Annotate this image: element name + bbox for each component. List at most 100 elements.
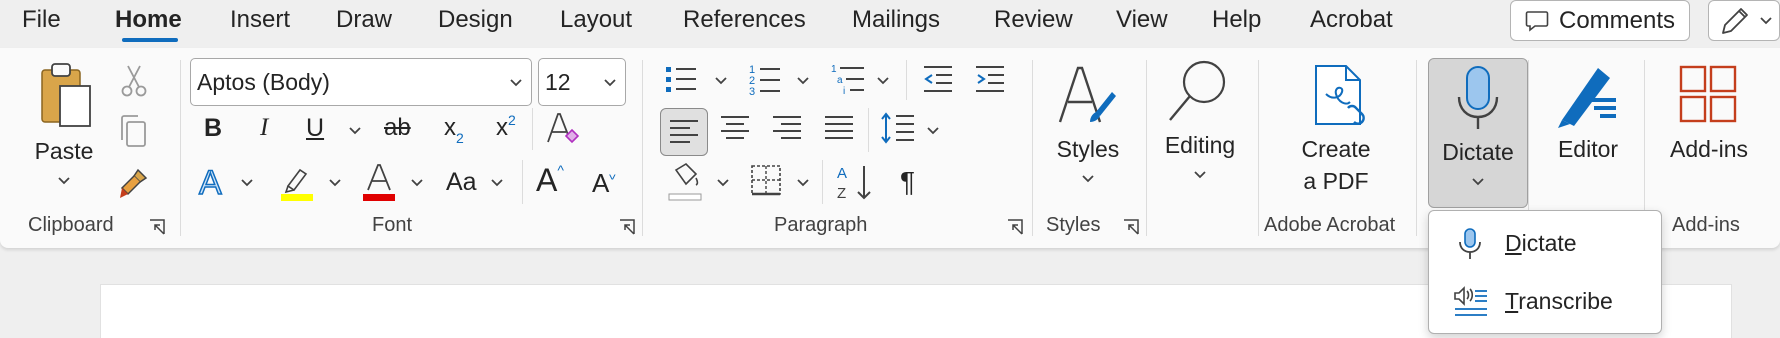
- dictate-label: Dictate: [1442, 139, 1514, 165]
- underline-button[interactable]: U: [306, 114, 324, 143]
- copy-icon[interactable]: [118, 114, 148, 148]
- caret-down-icon: ^: [609, 167, 616, 183]
- styles-group-label: Styles: [1046, 214, 1101, 236]
- find-icon: [1166, 58, 1232, 130]
- font-launcher-icon[interactable]: [618, 218, 636, 236]
- tab-file[interactable]: File: [22, 6, 61, 34]
- clipboard-group-label: Clipboard: [28, 214, 114, 236]
- paragraph-launcher-icon[interactable]: [1006, 218, 1024, 236]
- dictate-rest: ictate: [1521, 229, 1577, 256]
- dictate-chevron-icon[interactable]: [1471, 177, 1485, 187]
- tab-view[interactable]: View: [1116, 6, 1168, 34]
- editing-mode-button[interactable]: [1708, 0, 1780, 41]
- tab-review[interactable]: Review: [994, 6, 1073, 34]
- numbering-icon[interactable]: 123: [748, 62, 782, 98]
- tab-insert[interactable]: Insert: [230, 6, 290, 34]
- tab-design[interactable]: Design: [438, 6, 513, 34]
- add-ins-icon: [1678, 64, 1738, 124]
- pencil-icon: [1722, 7, 1748, 34]
- align-left-button[interactable]: [660, 108, 708, 156]
- comments-button[interactable]: Comments: [1510, 0, 1690, 41]
- shading-chevron-icon[interactable]: [716, 178, 730, 188]
- divider: [1258, 60, 1259, 236]
- multilevel-chevron-icon[interactable]: [876, 76, 890, 86]
- bullets-chevron-icon[interactable]: [714, 76, 728, 86]
- underline-chevron-icon[interactable]: [348, 126, 362, 136]
- subscript-button[interactable]: x2: [444, 114, 464, 146]
- text-effects-chevron-icon[interactable]: [240, 178, 254, 188]
- tab-draw[interactable]: Draw: [336, 6, 392, 34]
- strikethrough-button[interactable]: ab: [384, 114, 411, 142]
- text-effects-icon[interactable]: A: [196, 164, 230, 200]
- numbering-chevron-icon[interactable]: [796, 76, 810, 86]
- font-color-icon[interactable]: [362, 162, 396, 202]
- create-pdf-line1[interactable]: Create: [1296, 136, 1376, 163]
- align-left-icon: [670, 120, 698, 143]
- show-formatting-button[interactable]: ¶: [900, 166, 915, 198]
- grow-font-letter: A: [536, 162, 558, 198]
- create-pdf-line2[interactable]: a PDF: [1296, 168, 1376, 195]
- menu-item-transcribe-label: Transcribe: [1505, 288, 1613, 315]
- justify-icon[interactable]: [824, 114, 854, 142]
- superscript-button[interactable]: x2: [496, 112, 516, 142]
- highlight-icon[interactable]: [280, 162, 314, 202]
- line-spacing-icon[interactable]: [880, 110, 916, 146]
- paragraph-group-label: Paragraph: [774, 214, 868, 236]
- cut-icon[interactable]: [120, 64, 148, 98]
- menu-item-dictate[interactable]: Dictate: [1429, 215, 1661, 271]
- add-ins-button[interactable]: Add-ins: [1662, 136, 1756, 163]
- font-name-value: Aptos (Body): [197, 68, 330, 95]
- shading-icon[interactable]: [668, 162, 702, 202]
- divider: [642, 60, 643, 236]
- divider: [822, 160, 823, 204]
- styles-button[interactable]: Styles: [1052, 136, 1124, 163]
- clipboard-launcher-icon[interactable]: [148, 218, 166, 236]
- bold-button[interactable]: B: [204, 114, 222, 143]
- editing-chevron-icon[interactable]: [1193, 170, 1207, 180]
- transcribe-icon: [1454, 286, 1487, 316]
- line-spacing-chevron-icon[interactable]: [926, 126, 940, 136]
- dictate-button[interactable]: Dictate: [1428, 58, 1528, 208]
- increase-indent-icon[interactable]: [974, 64, 1006, 94]
- format-painter-icon[interactable]: [118, 166, 150, 200]
- divider: [1416, 60, 1417, 236]
- font-size-combo[interactable]: 12: [538, 58, 626, 106]
- multilevel-list-icon[interactable]: 1ai: [830, 62, 866, 98]
- svg-text:A: A: [837, 165, 847, 182]
- italic-button[interactable]: I: [260, 114, 268, 142]
- editing-button[interactable]: Editing: [1160, 132, 1240, 159]
- tab-help[interactable]: Help: [1212, 6, 1261, 34]
- change-case-button[interactable]: Aa: [446, 168, 477, 197]
- grow-font-button[interactable]: A^: [536, 162, 564, 199]
- change-case-chevron-icon[interactable]: [490, 178, 504, 188]
- align-center-icon[interactable]: [720, 114, 750, 142]
- styles-launcher-icon[interactable]: [1122, 218, 1140, 236]
- borders-chevron-icon[interactable]: [796, 178, 810, 188]
- svg-text:Z: Z: [837, 185, 846, 202]
- align-right-icon[interactable]: [772, 114, 802, 142]
- editor-button[interactable]: Editor: [1548, 136, 1628, 163]
- borders-icon[interactable]: [750, 164, 782, 196]
- tab-references[interactable]: References: [683, 6, 806, 34]
- paste-chevron-icon[interactable]: [57, 176, 71, 186]
- shrink-font-button[interactable]: A^: [592, 167, 616, 199]
- tab-home[interactable]: Home: [115, 6, 182, 34]
- styles-chevron-icon[interactable]: [1081, 174, 1095, 184]
- tab-acrobat[interactable]: Acrobat: [1310, 6, 1393, 34]
- sort-icon[interactable]: AZ: [836, 162, 874, 202]
- divider: [1146, 60, 1147, 236]
- subscript-x: x: [444, 114, 456, 141]
- font-color-chevron-icon[interactable]: [410, 178, 424, 188]
- menu-item-transcribe[interactable]: Transcribe: [1429, 273, 1661, 329]
- svg-text:i: i: [843, 86, 845, 97]
- bullets-icon[interactable]: [664, 64, 698, 96]
- acrobat-group-label: Adobe Acrobat: [1264, 214, 1396, 236]
- clear-formatting-icon[interactable]: [544, 110, 580, 148]
- decrease-indent-icon[interactable]: [922, 64, 954, 94]
- font-name-combo[interactable]: Aptos (Body): [190, 58, 532, 106]
- tab-mailings[interactable]: Mailings: [852, 6, 940, 34]
- caret-up-icon: ^: [557, 162, 564, 178]
- tab-layout[interactable]: Layout: [560, 6, 632, 34]
- paste-label[interactable]: Paste: [34, 138, 94, 165]
- highlight-chevron-icon[interactable]: [328, 178, 342, 188]
